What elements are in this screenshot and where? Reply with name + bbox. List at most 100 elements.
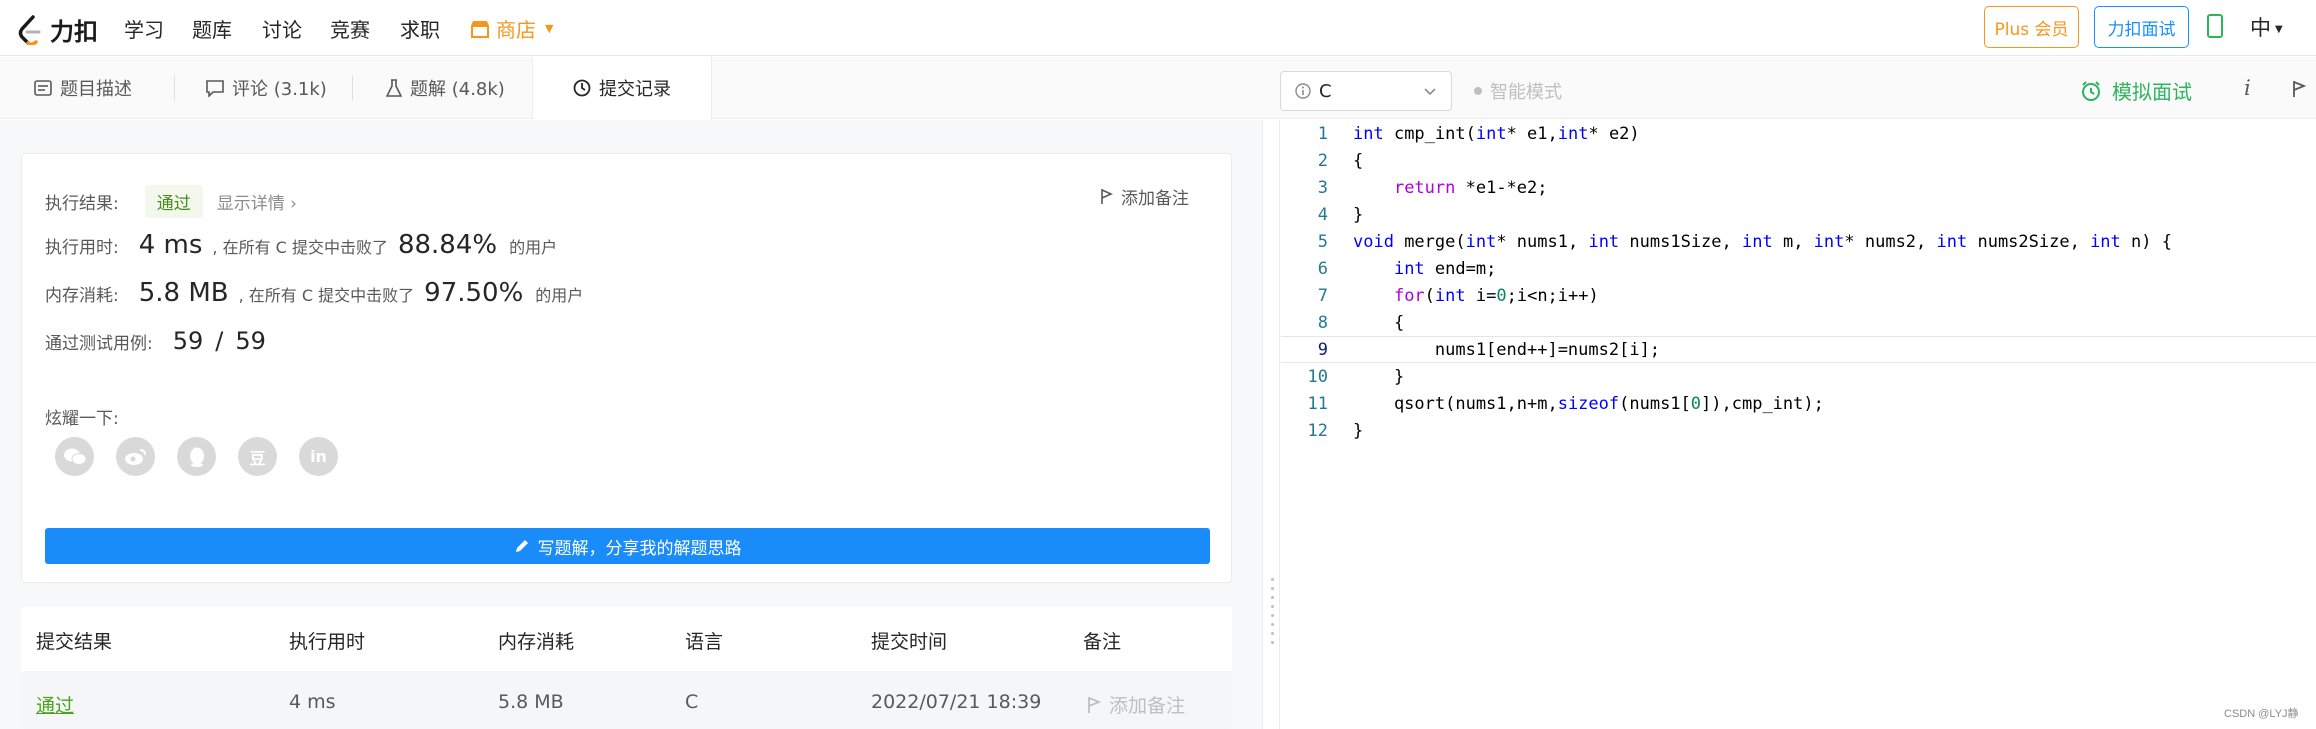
tab-divider — [174, 75, 175, 101]
language-select-value: C — [1319, 80, 1332, 102]
code-text: for(int i=0;i<n;i++) — [1393, 285, 1599, 306]
share-buttons: 豆 in — [55, 437, 338, 476]
problem-tab-bar: 题目描述 评论 (3.1k) 题解 (4.8k) 提交记录 — [0, 57, 2316, 119]
plus-member-button[interactable]: Plus 会员 — [1984, 6, 2079, 48]
drag-handle-icon — [1271, 578, 1274, 644]
language-select[interactable]: C — [1280, 71, 1452, 111]
linkedin-icon[interactable]: in — [299, 437, 338, 476]
flag-icon[interactable] — [2292, 80, 2306, 98]
description-icon — [34, 80, 52, 96]
panel-resizer[interactable] — [1262, 120, 1280, 729]
nav-discuss[interactable]: 讨论 — [262, 14, 302, 43]
code-text: { — [1353, 312, 1405, 333]
line-number: 2 — [1317, 150, 1328, 171]
qq-icon[interactable] — [177, 437, 216, 476]
smart-mode-label: 智能模式 — [1490, 82, 1562, 103]
flag-icon — [1088, 696, 1101, 713]
testcases-row: 通过测试用例: 59 / 59 — [45, 327, 278, 355]
smart-mode-toggle[interactable]: 智能模式 — [1474, 78, 1562, 104]
table-row[interactable]: 通过 4 ms 5.8 MB C 2022/07/21 18:39 添加备注 — [21, 671, 1232, 729]
douban-icon[interactable]: 豆 — [238, 437, 277, 476]
tab-label: 提交记录 — [599, 79, 671, 100]
result-label: 执行结果: — [45, 194, 119, 214]
chevron-down-icon: ▼ — [2275, 23, 2283, 35]
status-badge: 通过 — [144, 185, 203, 218]
mobile-app-icon[interactable] — [2207, 14, 2223, 38]
column-header: 备注 — [1083, 631, 1122, 653]
leetcode-logo-icon — [18, 14, 41, 45]
testcases-separator: / — [215, 327, 224, 355]
line-number: 7 — [1317, 285, 1328, 306]
submission-result-link[interactable]: 通过 — [36, 691, 74, 718]
info-circle-icon — [1295, 83, 1311, 99]
submission-add-note[interactable]: 添加备注 — [1087, 691, 1185, 718]
tab-solutions[interactable]: 题解 (4.8k) — [386, 57, 505, 119]
pencil-icon — [515, 540, 528, 552]
flag-icon — [1101, 189, 1113, 204]
memory-row: 内存消耗: 5.8 MB , 在所有 C 提交中击败了 97.50% 的用户 — [45, 278, 593, 308]
store-icon — [471, 20, 489, 38]
nav-problems[interactable]: 题库 — [192, 14, 232, 43]
code-line: 10 } — [1281, 363, 2316, 390]
code-line: 3 return *e1-*e2; — [1281, 174, 2316, 201]
column-header: 语言 — [685, 631, 724, 653]
line-number: 5 — [1317, 231, 1328, 252]
show-details-link[interactable]: 显示详情 › — [217, 189, 297, 214]
write-solution-button[interactable]: 写题解，分享我的解题思路 — [45, 528, 1210, 564]
submission-history-table: 提交结果 执行用时 内存消耗 语言 提交时间 备注 通过 4 ms 5.8 MB… — [21, 607, 1232, 729]
nav-contest[interactable]: 竞赛 — [330, 14, 370, 43]
memory-value: 5.8 MB — [138, 278, 229, 308]
code-text: int cmp_int(int* e1,int* e2) — [1353, 123, 1640, 144]
clock-icon — [573, 79, 591, 97]
comment-icon — [206, 79, 224, 97]
add-note-label: 添加备注 — [1109, 695, 1186, 717]
mock-interview-button[interactable]: 模拟面试 — [2080, 76, 2192, 105]
tab-comments[interactable]: 评论 (3.1k) — [206, 57, 327, 119]
memory-percentile: 97.50% — [424, 278, 524, 308]
chevron-down-icon — [1424, 88, 1436, 96]
info-icon[interactable]: i — [2244, 76, 2251, 100]
code-line: 1 int cmp_int(int* e1,int* e2) — [1281, 120, 2316, 147]
add-note-button[interactable]: 添加备注 — [1100, 184, 1189, 209]
tab-label: 题目描述 — [60, 79, 132, 100]
code-line: 6 int end=m; — [1281, 255, 2316, 282]
interview-button[interactable]: 力扣面试 — [2094, 6, 2189, 48]
chevron-right-icon: › — [290, 194, 297, 214]
code-editor[interactable]: 1 int cmp_int(int* e1,int* e2) 2{ 3 retur… — [1281, 120, 2316, 729]
beat-text: , 在所有 C 提交中击败了 — [212, 238, 388, 257]
code-line: 2{ — [1281, 147, 2316, 174]
language-switch[interactable]: 中 ▼ — [2250, 12, 2283, 42]
alarm-clock-icon — [2082, 80, 2100, 101]
nav-jobs[interactable]: 求职 — [400, 14, 440, 43]
line-number: 10 — [1307, 366, 1328, 387]
runtime-row: 执行用时: 4 ms , 在所有 C 提交中击败了 88.84% 的用户 — [45, 230, 567, 260]
code-text: } — [1353, 204, 1364, 225]
code-text: } — [1353, 366, 1405, 387]
write-solution-label: 写题解，分享我的解题思路 — [537, 538, 742, 559]
submission-panel: 执行结果: 通过 显示详情 › 添加备注 执行用时: 4 ms , 在所有 C … — [0, 120, 1262, 729]
line-number: 8 — [1317, 312, 1328, 333]
nav-learn[interactable]: 学习 — [124, 14, 164, 43]
beat-text: , 在所有 C 提交中击败了 — [238, 286, 415, 305]
column-header: 内存消耗 — [498, 631, 575, 653]
line-number: 12 — [1307, 420, 1328, 441]
testcases-label: 通过测试用例: — [45, 334, 153, 354]
add-note-label: 添加备注 — [1121, 189, 1189, 209]
store-label: 商店 — [496, 18, 536, 42]
leetcode-logo[interactable]: 力扣 — [18, 12, 98, 47]
testcases-total: 59 — [235, 327, 266, 355]
result-card: 执行结果: 通过 显示详情 › 添加备注 执行用时: 4 ms , 在所有 C … — [21, 153, 1232, 583]
code-text: } — [1353, 420, 1364, 441]
tab-description[interactable]: 题目描述 — [34, 57, 132, 119]
mock-interview-label: 模拟面试 — [2112, 80, 2192, 104]
submission-runtime: 4 ms — [289, 691, 336, 713]
line-number: 11 — [1307, 393, 1328, 414]
tab-label: 题解 (4.8k) — [410, 79, 505, 100]
wechat-icon[interactable] — [55, 437, 94, 476]
tab-submissions[interactable]: 提交记录 — [532, 57, 712, 119]
weibo-icon[interactable] — [116, 437, 155, 476]
share-label: 炫耀一下: — [45, 409, 119, 429]
table-header: 提交结果 执行用时 内存消耗 语言 提交时间 备注 — [21, 607, 1232, 671]
memory-label: 内存消耗: — [45, 286, 119, 306]
nav-store[interactable]: 商店 ▼ — [470, 14, 553, 43]
